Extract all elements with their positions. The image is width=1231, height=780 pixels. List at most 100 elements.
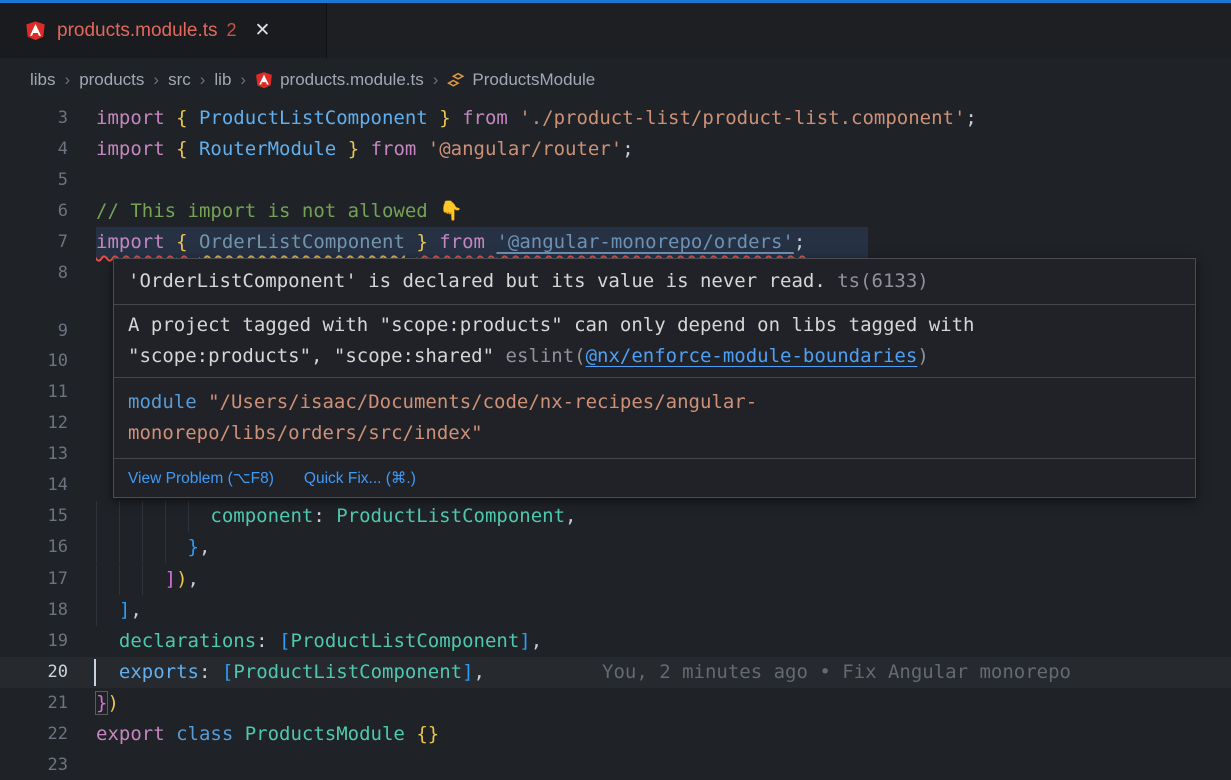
code-line-7[interactable]: 7 import { OrderListComponent } from '@an… <box>0 227 1231 258</box>
code-token: , <box>130 599 141 621</box>
code-line-18[interactable]: 18 ], <box>0 595 1231 626</box>
chevron-right-icon: › <box>153 70 159 90</box>
error-squiggle: import { OrderListComponent } from '@ang… <box>96 231 805 253</box>
hover-popup: 'OrderListComponent' is declared but its… <box>113 258 1196 498</box>
code-token: ProductListComponent <box>188 107 440 129</box>
code-token: : <box>256 630 279 652</box>
code-token <box>96 661 119 683</box>
code-token: RouterModule <box>188 138 348 160</box>
code-token: [ <box>279 630 290 652</box>
code-token: { <box>176 107 187 129</box>
line-number: 17 <box>0 564 68 595</box>
code-token <box>188 231 199 253</box>
code-token: : <box>199 661 222 683</box>
breadcrumb-label: ProductsModule <box>472 70 595 90</box>
code-token: ) <box>176 568 187 590</box>
code-text: }) <box>96 688 119 719</box>
code-line-16[interactable]: 16 }, <box>0 532 1231 563</box>
code-text: }, <box>96 532 210 563</box>
hover-text-line: monorepo/libs/orders/src/index" <box>128 418 1181 449</box>
line-number: 20 <box>0 657 68 688</box>
code-line-6[interactable]: 6// This import is not allowed 👇 <box>0 196 1231 227</box>
code-token: , <box>531 630 542 652</box>
code-line-21[interactable]: 21}) <box>0 688 1231 719</box>
tab-title: products.module.ts <box>57 20 218 42</box>
line-number: 14 <box>0 470 68 501</box>
breadcrumb-item-libs[interactable]: libs <box>30 70 56 90</box>
breadcrumb-item-products-module-ts[interactable]: products.module.ts <box>255 70 424 90</box>
hover-text: module <box>128 391 208 413</box>
line-number: 5 <box>0 165 68 196</box>
code-text: // This import is not allowed 👇 <box>96 196 463 227</box>
code-token: from <box>428 231 497 253</box>
code-line-5[interactable]: 5 <box>0 165 1231 196</box>
tab-error-count: 2 <box>227 20 237 41</box>
code-token: ] <box>165 568 176 590</box>
code-token: from <box>451 107 520 129</box>
code-line-22[interactable]: 22 export class ProductsModule {} <box>0 719 1231 750</box>
quick-fix-link[interactable]: Quick Fix... (⌘.) <box>304 469 416 488</box>
line-number: 7 <box>0 227 68 258</box>
breadcrumb: libs›products›src›lib›products.module.ts… <box>0 58 1231 102</box>
code-token: '@angular/router' <box>428 138 622 160</box>
code-line-17[interactable]: 17 ]), <box>0 564 1231 595</box>
line-number: 23 <box>0 750 68 780</box>
breadcrumb-label: lib <box>214 70 231 90</box>
view-problem-link[interactable]: View Problem (⌥F8) <box>128 469 274 488</box>
breadcrumb-item-lib[interactable]: lib <box>214 70 231 90</box>
code-token: class <box>176 723 245 745</box>
window-accent-bar <box>0 0 1231 3</box>
code-line-19[interactable]: 19 declarations: [ProductListComponent], <box>0 626 1231 657</box>
code-token: './product-list/product-list.component' <box>519 107 965 129</box>
line-number: 4 <box>0 134 68 165</box>
active-tab[interactable]: products.module.ts 2 ✕ <box>0 3 327 58</box>
hover-text: ) <box>917 345 928 367</box>
code-token: component <box>210 505 313 527</box>
code-text: import { ProductListComponent } from './… <box>96 103 977 134</box>
hover-action-bar: View Problem (⌥F8) Quick Fix... (⌘.) <box>114 458 1195 497</box>
line-number: 19 <box>0 626 68 657</box>
code-line-20[interactable]: 20 exports: [ProductListComponent],You, … <box>0 657 1231 688</box>
code-text: export class ProductsModule {} <box>96 719 439 750</box>
close-icon[interactable]: ✕ <box>255 21 271 40</box>
line-number: 3 <box>0 103 68 134</box>
code-line-15[interactable]: 15 component: ProductListComponent, <box>0 501 1231 532</box>
hover-text: A project tagged with "scope:products" c… <box>128 314 974 336</box>
code-line-23[interactable]: 23 <box>0 750 1231 780</box>
breadcrumb-item-products[interactable]: products <box>79 70 144 90</box>
line-number: 16 <box>0 532 68 563</box>
code-text: component: ProductListComponent, <box>96 501 576 532</box>
code-token: , <box>565 505 576 527</box>
line-number: 13 <box>0 439 68 470</box>
hover-text: monorepo/libs/orders/src/index" <box>128 422 483 444</box>
line-number: 22 <box>0 719 68 750</box>
code-token: exports <box>119 661 199 683</box>
line-number: 15 <box>0 501 68 532</box>
hover-text: ts(6133) <box>826 270 929 292</box>
hover-text: 'OrderListComponent' is declared but its… <box>128 270 826 292</box>
code-token <box>96 630 119 652</box>
code-line-3[interactable]: 3 import { ProductListComponent } from '.… <box>0 103 1231 134</box>
breadcrumb-item-productsmodule[interactable]: ProductsModule <box>447 70 595 90</box>
hover-text-line: "scope:products", "scope:shared" eslint(… <box>128 341 1181 372</box>
code-text: ], <box>96 595 142 626</box>
angular-icon <box>255 71 273 89</box>
code-token: ; <box>622 138 633 160</box>
code-token <box>405 723 416 745</box>
code-token: } <box>96 692 107 714</box>
breadcrumb-item-src[interactable]: src <box>168 70 191 90</box>
hover-text-line: module "/Users/isaac/Documents/code/nx-r… <box>128 387 1181 418</box>
hover-text-line: A project tagged with "scope:products" c… <box>128 310 1181 341</box>
angular-icon <box>25 20 46 41</box>
eslint-rule-link[interactable]: @nx/enforce-module-boundaries <box>586 345 918 367</box>
code-token: export <box>96 723 176 745</box>
hover-section-ts-diagnostic: 'OrderListComponent' is declared but its… <box>114 259 1195 304</box>
code-token: OrderListComponent <box>199 231 405 253</box>
code-token: ProductListComponent <box>336 505 565 527</box>
hover-section-module-path: module "/Users/isaac/Documents/code/nx-r… <box>114 377 1195 458</box>
code-token: , <box>199 536 210 558</box>
code-token: {} <box>416 723 439 745</box>
code-line-4[interactable]: 4import { RouterModule } from '@angular/… <box>0 134 1231 165</box>
line-number: 8 <box>0 258 68 289</box>
git-blame-annotation: You, 2 minutes ago • Fix Angular monorep… <box>602 657 1071 688</box>
